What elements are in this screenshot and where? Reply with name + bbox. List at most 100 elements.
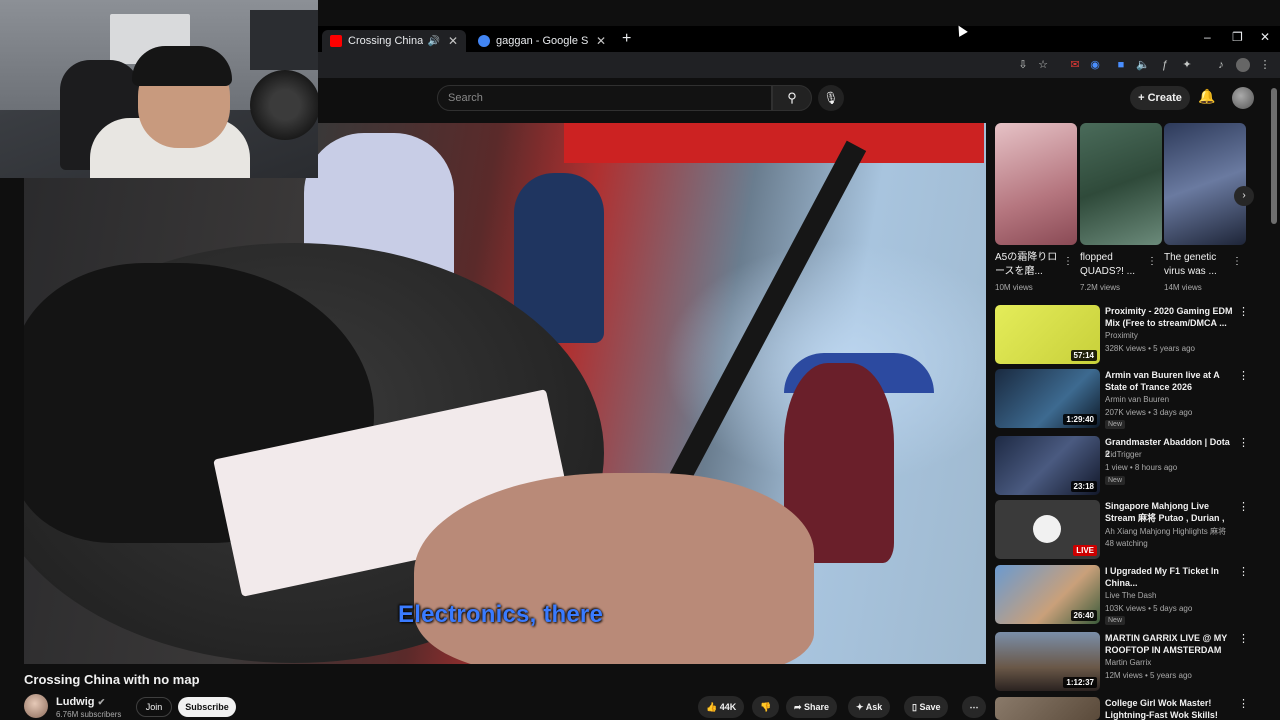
rec-title[interactable]: Proximity - 2020 Gaming EDM Mix (Free to… <box>1105 305 1235 329</box>
video-thumbnail[interactable] <box>995 697 1100 720</box>
short-menu-icon[interactable]: ⋮ <box>1232 256 1242 267</box>
puzzle-extensions-icon[interactable]: ✦ <box>1180 58 1194 72</box>
volume-icon[interactable]: 🔈 <box>1136 58 1150 72</box>
short-thumbnail[interactable] <box>995 123 1077 245</box>
rec-menu-icon[interactable]: ⋮ <box>1238 697 1249 710</box>
video-thumbnail[interactable]: LIVE <box>995 500 1100 559</box>
rec-title[interactable]: Singapore Mahjong Live Stream 麻将 Putao ,… <box>1105 500 1235 524</box>
video-thumbnail[interactable]: 26:40 <box>995 565 1100 624</box>
video-thumbnail[interactable]: 1:12:37 <box>995 632 1100 691</box>
list-item[interactable]: 26:40 I Upgraded My F1 Ticket In China..… <box>995 565 1257 625</box>
video-title: Crossing China with no map <box>24 672 200 687</box>
speaker-icon[interactable]: 🔊 <box>427 36 439 47</box>
thumbs-up-icon: 👍 <box>706 702 720 712</box>
tab-google-search[interactable]: gaggan - Google Search ✕ <box>470 30 614 52</box>
rec-menu-icon[interactable]: ⋮ <box>1238 632 1249 645</box>
save-label: Save <box>919 702 941 712</box>
rec-meta: 103K views • 5 days ago <box>1105 604 1193 613</box>
script-extension-icon[interactable]: ƒ <box>1158 58 1172 72</box>
search-icon: ⚲ <box>787 90 797 105</box>
channel-name-text: Ludwig <box>56 696 95 708</box>
close-window-button[interactable]: ✕ <box>1260 30 1270 44</box>
rec-title[interactable]: MARTIN GARRIX LIVE @ MY ROOFTOP IN AMSTE… <box>1105 632 1235 656</box>
audio-extension-icon[interactable]: ◉ <box>1088 58 1102 72</box>
notifications-bell-icon[interactable]: 🔔 <box>1198 88 1215 105</box>
duration-badge: 57:14 <box>1070 350 1097 361</box>
create-button[interactable]: + Create <box>1130 86 1190 110</box>
short-menu-icon[interactable]: ⋮ <box>1147 256 1157 267</box>
rec-channel[interactable]: Martin Garrix <box>1105 658 1151 667</box>
share-button[interactable]: ➦ Share <box>786 696 838 718</box>
channel-avatar[interactable] <box>24 694 48 718</box>
search-button[interactable]: ⚲ <box>772 85 812 111</box>
search-input[interactable]: Search <box>437 85 772 111</box>
list-item[interactable]: College Girl Wok Master! Lightning-Fast … <box>995 697 1257 720</box>
rec-channel[interactable]: Live The Dash <box>1105 591 1156 600</box>
rec-title[interactable]: I Upgraded My F1 Ticket In China... <box>1105 565 1235 589</box>
rec-title[interactable]: Armin van Buuren live at A State of Tran… <box>1105 369 1235 393</box>
rec-menu-icon[interactable]: ⋮ <box>1238 565 1249 578</box>
bookmark-star-icon[interactable]: ☆ <box>1036 58 1050 72</box>
duration-badge: 23:18 <box>1070 481 1097 492</box>
list-item[interactable]: LIVE Singapore Mahjong Live Stream 麻将 Pu… <box>995 500 1257 560</box>
list-item[interactable]: 1:29:40 Armin van Buuren live at A State… <box>995 369 1257 429</box>
save-button[interactable]: ▯ Save <box>904 696 949 718</box>
short-menu-icon[interactable]: ⋮ <box>1063 256 1073 267</box>
rec-channel[interactable]: KidTrigger <box>1105 450 1142 459</box>
channel-name[interactable]: Ludwig ✔ <box>56 696 105 708</box>
new-tab-button[interactable]: + <box>622 30 631 48</box>
rec-menu-icon[interactable]: ⋮ <box>1238 369 1249 382</box>
short-title[interactable]: A5の霜降りロースを磨... <box>995 251 1063 279</box>
video-player[interactable]: Electronics, there <box>24 123 986 664</box>
video-thumbnail[interactable]: 57:14 <box>995 305 1100 364</box>
rec-channel[interactable]: Ah Xiang Mahjong Highlights 麻将 <box>1105 526 1226 537</box>
rec-title[interactable]: College Girl Wok Master! Lightning-Fast … <box>1105 697 1235 720</box>
list-item[interactable]: 23:18 Grandmaster Abaddon | Dota 2 KidTr… <box>995 436 1257 496</box>
minimize-button[interactable]: – <box>1204 30 1211 44</box>
rec-menu-icon[interactable]: ⋮ <box>1238 500 1249 513</box>
join-button[interactable]: Join <box>136 697 172 717</box>
shorts-next-button[interactable]: › <box>1234 186 1254 206</box>
account-avatar[interactable] <box>1232 87 1254 109</box>
microphone-icon: 🎙 <box>823 91 839 105</box>
short-views: 10M views <box>995 283 1033 292</box>
rec-meta: 1 view • 8 hours ago <box>1105 463 1178 472</box>
close-tab-icon[interactable]: ✕ <box>448 34 458 48</box>
rec-menu-icon[interactable]: ⋮ <box>1238 436 1249 449</box>
subscribe-button[interactable]: Subscribe <box>178 697 236 717</box>
media-icon[interactable]: ♪ <box>1214 58 1228 72</box>
thumbs-down-icon: 👎 <box>760 702 772 712</box>
list-item[interactable]: 57:14 Proximity - 2020 Gaming EDM Mix (F… <box>995 305 1257 365</box>
tab-crossing-china[interactable]: Crossing China with no map 🔊 ✕ <box>322 30 466 52</box>
rec-channel[interactable]: Proximity <box>1105 331 1138 340</box>
tab-title: gaggan - Google Search <box>496 35 588 47</box>
google-favicon-icon <box>478 35 490 47</box>
dislike-button[interactable]: 👎 <box>752 696 780 718</box>
more-dots-icon: ⋯ <box>969 702 979 712</box>
more-actions-button[interactable]: ⋯ <box>962 696 986 718</box>
gmail-extension-icon[interactable]: ✉ <box>1068 58 1082 72</box>
like-count: 44K <box>719 702 737 712</box>
youtube-favicon-icon <box>330 35 342 47</box>
short-title[interactable]: The genetic virus was ... <box>1164 251 1232 279</box>
video-thumbnail[interactable]: 1:29:40 <box>995 369 1100 428</box>
short-thumbnail[interactable] <box>1164 123 1246 245</box>
rec-channel[interactable]: Armin van Buuren <box>1105 395 1169 404</box>
restore-button[interactable]: ❐ <box>1232 30 1243 44</box>
tab-title: Crossing China with no map <box>348 35 424 47</box>
extension-icon[interactable]: ■ <box>1114 58 1128 72</box>
like-button[interactable]: 👍 44K <box>698 696 745 718</box>
video-thumbnail[interactable]: 23:18 <box>995 436 1100 495</box>
short-thumbnail[interactable] <box>1080 123 1162 245</box>
list-item[interactable]: 1:12:37 MARTIN GARRIX LIVE @ MY ROOFTOP … <box>995 632 1257 692</box>
menu-dots-icon[interactable]: ⋮ <box>1258 58 1272 72</box>
install-icon[interactable]: ⇩ <box>1016 58 1030 72</box>
profile-icon[interactable] <box>1236 58 1250 72</box>
rec-menu-icon[interactable]: ⋮ <box>1238 305 1249 318</box>
scrollbar[interactable] <box>1271 88 1277 224</box>
close-tab-icon[interactable]: ✕ <box>596 34 606 48</box>
short-title[interactable]: flopped QUADS?! ... <box>1080 251 1148 279</box>
subscriber-count: 6.76M subscribers <box>56 710 122 719</box>
voice-search-button[interactable]: 🎙 <box>818 85 844 111</box>
ask-button[interactable]: ✦ Ask <box>848 696 891 718</box>
